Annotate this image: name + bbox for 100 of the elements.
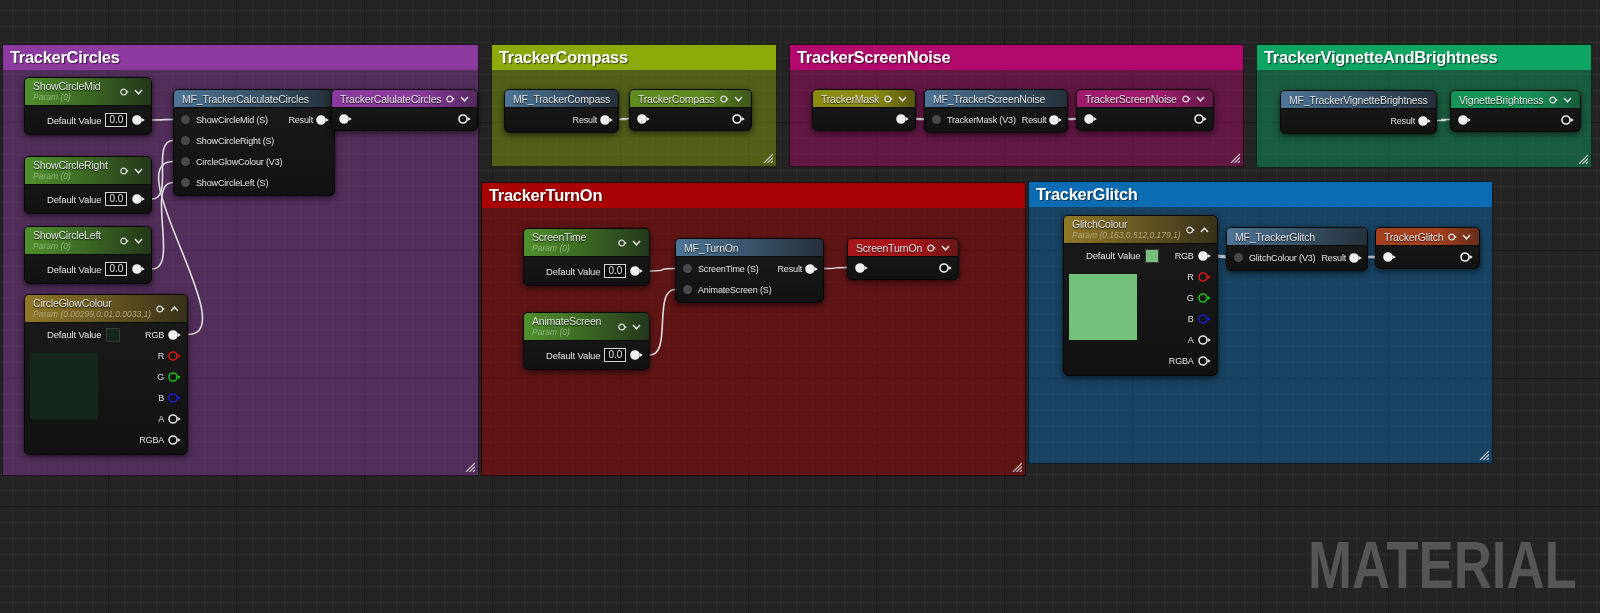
output-pin-icon[interactable] <box>168 329 182 340</box>
comment-title: TrackerScreenNoise <box>797 48 951 67</box>
color-swatch-icon[interactable] <box>106 327 121 342</box>
reroute-node[interactable]: TrackerScreenNoise <box>1076 89 1214 131</box>
chevron-down-icon[interactable] <box>1462 233 1472 240</box>
value-field[interactable]: 0.0 <box>105 262 128 276</box>
function-node[interactable]: MF_TurnOn ScreenTime (S) Result AnimateScreen (S) <box>675 238 825 303</box>
output-pin-icon[interactable] <box>168 371 182 382</box>
input-pin-icon[interactable] <box>1458 114 1471 125</box>
comment-box[interactable]: TrackerGlitch GlitchColour Param (0.163,0.512,0.179,1) Default Value RGB R G B A RGBA MF_TrackerGlitch GlitchColour (V3) Result TrackerGlitch <box>1028 181 1493 464</box>
value-field[interactable]: 0.0 <box>105 192 128 206</box>
node-title: MF_TurnOn <box>684 241 739 254</box>
input-pin-icon[interactable] <box>683 264 692 273</box>
input-pin-icon[interactable] <box>855 262 868 273</box>
input-pin-icon[interactable] <box>932 115 941 124</box>
output-pin-icon[interactable] <box>132 194 145 204</box>
input-pin-icon[interactable] <box>637 113 650 124</box>
output-pin-icon[interactable] <box>1561 114 1574 125</box>
color-parameter-node[interactable]: CircleGlowColour Param (0.00299,0.01,0.0033,1) Default Value RGB R G B A RGBA <box>24 294 189 455</box>
value-field[interactable]: 0.0 <box>604 348 627 362</box>
reroute-node[interactable]: TrackerGlitch <box>1375 227 1481 269</box>
value-field[interactable]: 0.0 <box>105 113 128 127</box>
chevron-down-icon[interactable] <box>941 244 951 251</box>
output-pin-icon[interactable] <box>132 264 145 274</box>
function-node[interactable]: MF_TrackerCompass Result <box>504 89 620 133</box>
output-pin-icon[interactable] <box>731 113 745 124</box>
color-swatch-icon[interactable] <box>1145 248 1160 263</box>
input-pin-icon[interactable] <box>1234 253 1243 262</box>
output-pin-icon[interactable] <box>1460 251 1474 262</box>
parameter-node[interactable]: AnimateScreen Param (0) Default Value 0.0 <box>523 312 650 370</box>
parameter-node[interactable]: ShowCircleRight Param (0) Default Value 0.0 <box>24 156 152 214</box>
output-pin-icon[interactable] <box>1197 355 1211 366</box>
chevron-down-icon[interactable] <box>898 95 908 102</box>
resize-handle-icon[interactable] <box>1230 153 1240 163</box>
chevron-up-icon[interactable] <box>170 305 180 312</box>
output-pin-icon[interactable] <box>316 114 329 125</box>
chevron-down-icon[interactable] <box>632 323 641 330</box>
comment-box[interactable]: TrackerCompass MF_TrackerCompass Result TrackerCompass <box>491 44 777 167</box>
output-pin-icon[interactable] <box>1049 114 1063 125</box>
node-title: TrackerScreenNoise <box>1085 92 1177 105</box>
resize-handle-icon[interactable] <box>1578 154 1588 164</box>
input-pin-icon[interactable] <box>181 178 190 187</box>
resize-handle-icon[interactable] <box>1479 450 1489 460</box>
output-pin-icon[interactable] <box>168 413 182 424</box>
color-parameter-node[interactable]: GlitchColour Param (0.163,0.512,0.179,1) Default Value RGB R G B A RGBA <box>1063 215 1218 376</box>
pin-label: B <box>158 392 165 403</box>
reroute-node[interactable]: TrackerCalulateCircles <box>331 89 479 131</box>
input-pin-icon[interactable] <box>339 113 352 124</box>
input-pin-icon[interactable] <box>181 157 190 166</box>
node-title: TrackerCompass <box>638 92 715 105</box>
output-pin-icon[interactable] <box>1349 252 1363 263</box>
pin-label: RGB <box>1174 250 1194 261</box>
input-pin-icon[interactable] <box>1084 113 1097 124</box>
function-node[interactable]: MF_TrackerScreenNoise TrackerMask (V3) Result <box>924 89 1069 133</box>
value-field[interactable]: 0.0 <box>604 264 627 278</box>
node-title: MF_TrackerScreenNoise <box>933 92 1046 105</box>
reroute-node[interactable]: ScreenTurnOn <box>847 238 960 280</box>
chevron-down-icon[interactable] <box>733 95 743 102</box>
output-pin-icon[interactable] <box>132 115 145 125</box>
input-pin-icon[interactable] <box>683 285 692 294</box>
input-pin-icon[interactable] <box>181 115 190 124</box>
output-pin-icon[interactable] <box>600 114 614 125</box>
input-pin-icon[interactable] <box>1383 251 1396 262</box>
resize-handle-icon[interactable] <box>763 153 773 163</box>
resize-handle-icon[interactable] <box>1012 462 1022 472</box>
output-pin-icon[interactable] <box>630 350 643 360</box>
parameter-node[interactable]: ShowCircleMid Param (0) Default Value 0.0 <box>24 77 152 135</box>
output-pin-icon[interactable] <box>630 266 643 276</box>
function-node[interactable]: MF_TrackerGlitch GlitchColour (V3) Result <box>1226 227 1369 271</box>
comment-box[interactable]: TrackerScreenNoise TrackerMask MF_TrackerScreenNoise TrackerMask (V3) Result TrackerScreenNoise <box>789 44 1244 167</box>
parameter-node[interactable]: ShowCircleLeft Param (0) Default Value 0.0 <box>24 226 152 284</box>
output-pin-icon[interactable] <box>1418 115 1431 126</box>
output-pin-icon[interactable] <box>458 113 472 124</box>
comment-box[interactable]: TrackerVignetteAndBrightness MF_TrackerVignetteBrightness Result VignetteBrightness <box>1256 44 1592 168</box>
chevron-down-icon[interactable] <box>1563 96 1572 103</box>
chevron-down-icon[interactable] <box>134 88 143 95</box>
function-node[interactable]: MF_TrackerCalculateCircles ShowCircleMid (S) Result ShowCircleRight (S) CircleGlowColour (V3) ShowCircleLeft (S) <box>173 89 335 196</box>
output-pin-icon[interactable] <box>896 113 910 124</box>
input-pin-icon[interactable] <box>181 136 190 145</box>
function-node[interactable]: MF_TrackerVignetteBrightness Result <box>1280 90 1437 134</box>
chevron-up-icon[interactable] <box>1199 226 1209 233</box>
comment-box[interactable] <box>2 44 479 476</box>
chevron-down-icon[interactable] <box>460 95 470 102</box>
pin-label: RGB <box>145 329 165 340</box>
output-pin-icon[interactable] <box>805 263 819 274</box>
output-pin-icon[interactable] <box>939 262 953 273</box>
output-pin-icon[interactable] <box>1193 113 1207 124</box>
chevron-down-icon[interactable] <box>134 237 143 244</box>
output-pin-icon[interactable] <box>1197 292 1211 303</box>
parameter-node[interactable]: ScreenTime Param (0) Default Value 0.0 <box>523 228 650 286</box>
output-pin-icon[interactable] <box>1197 334 1211 345</box>
comment-box[interactable]: TrackerTurnOn ScreenTime Param (0) Default Value 0.0 AnimateScreen Param (0) Default Value 0.0 MF_TurnOn ScreenTime (S) Result AnimateScreen (S) ScreenTurnOn <box>481 182 1026 476</box>
resize-handle-icon[interactable] <box>465 462 475 472</box>
output-pin-icon[interactable] <box>1197 250 1211 261</box>
node-subtitle: Param (0) <box>532 243 571 254</box>
pin-label: AnimateScreen (S) <box>698 284 772 295</box>
chevron-down-icon[interactable] <box>632 239 641 246</box>
output-pin-icon[interactable] <box>168 434 182 445</box>
chevron-down-icon[interactable] <box>1195 95 1205 102</box>
chevron-down-icon[interactable] <box>134 167 143 174</box>
